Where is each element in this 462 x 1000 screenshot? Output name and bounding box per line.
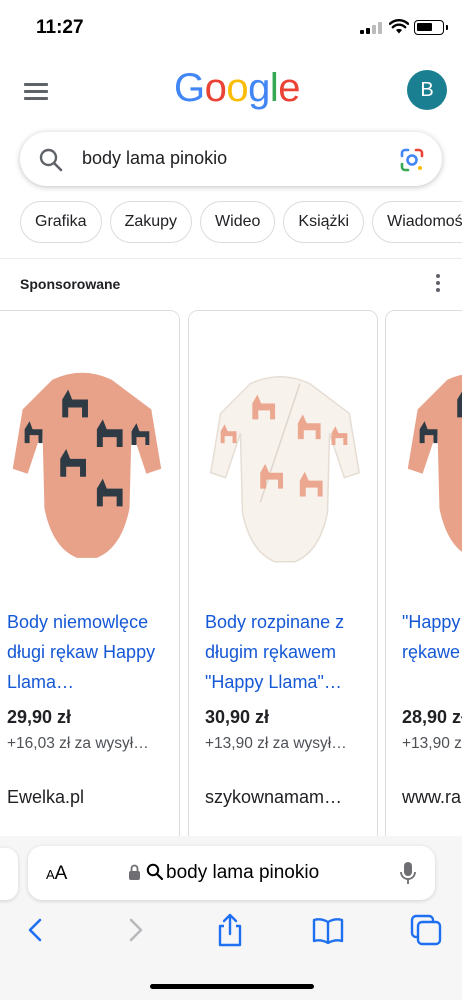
product-shipping: +16,03 zł za wysył…	[7, 735, 149, 752]
chip-grafika[interactable]: Grafika	[20, 201, 102, 243]
chip-wideo[interactable]: Wideo	[200, 201, 276, 243]
product-price: 28,90 zł	[402, 707, 462, 727]
product-store: Ewelka.pl	[7, 787, 85, 807]
address-text[interactable]: body lama pinokio	[166, 862, 319, 884]
product-title[interactable]: "Happy Body z rękawe	[402, 607, 462, 667]
chip-wiadomosci[interactable]: Wiadomości	[372, 201, 462, 243]
search-icon[interactable]	[38, 147, 64, 173]
bookmarks-icon[interactable]	[310, 912, 346, 948]
reader-settings-button[interactable]: AA	[46, 863, 67, 885]
google-lens-icon[interactable]	[399, 147, 425, 173]
forward-chevron-icon[interactable]	[117, 912, 153, 948]
home-indicator	[150, 984, 314, 989]
product-price: 29,90 zł	[7, 707, 72, 727]
wifi-icon	[389, 19, 409, 34]
search-query[interactable]: body lama pinokio	[82, 148, 227, 169]
back-chevron-icon[interactable]	[18, 912, 54, 948]
menu-icon[interactable]	[24, 80, 50, 102]
battery-icon	[414, 20, 448, 35]
previous-tab-preview[interactable]	[0, 848, 18, 900]
product-card[interactable]: "Happy Body z rękawe 28,90 zł +13,90 zł …	[385, 310, 462, 840]
status-time: 11:27	[36, 17, 84, 38]
search-icon	[146, 863, 164, 881]
google-logo[interactable]: Google	[174, 66, 301, 111]
share-icon[interactable]	[212, 912, 248, 948]
more-vert-icon[interactable]	[434, 274, 442, 292]
product-title[interactable]: Body niemowlęce długi rękaw Happy Llama…	[7, 607, 171, 697]
logo-letter: e	[278, 66, 301, 110]
status-bar: 11:27	[0, 0, 462, 52]
address-bar[interactable]: AA body lama pinokio	[28, 846, 435, 900]
logo-letter: l	[269, 66, 279, 110]
lock-icon	[129, 864, 140, 880]
product-card[interactable]: Body rozpinane z długim rękawem "Happy L…	[188, 310, 378, 840]
product-carousel[interactable]: Body niemowlęce długi rękaw Happy Llama……	[0, 310, 462, 840]
product-image[interactable]	[386, 311, 462, 587]
product-store: www.ra	[402, 787, 462, 807]
product-image[interactable]	[0, 311, 179, 587]
cellular-signal-icon	[360, 22, 384, 34]
product-card[interactable]: Body niemowlęce długi rękaw Happy Llama……	[0, 310, 180, 840]
chip-zakupy[interactable]: Zakupy	[109, 201, 193, 243]
chip-ksiazki[interactable]: Książki	[283, 201, 365, 243]
product-price: 30,90 zł	[205, 707, 270, 727]
logo-letter: o	[226, 66, 249, 110]
search-box[interactable]: body lama pinokio	[20, 132, 442, 186]
logo-letter: g	[248, 66, 270, 110]
product-shipping: +13,90 zł	[402, 735, 462, 752]
product-image[interactable]	[189, 311, 377, 587]
product-shipping: +13,90 zł za wysył…	[205, 735, 347, 752]
logo-letter: G	[174, 66, 205, 110]
product-store: szykownamam…	[205, 787, 343, 807]
product-title[interactable]: Body rozpinane z długim rękawem "Happy L…	[205, 607, 369, 697]
account-avatar[interactable]: B	[407, 70, 447, 110]
tabs-icon[interactable]	[408, 912, 444, 948]
search-filter-chips: GrafikaZakupyWideoKsiążkiWiadomości	[20, 201, 462, 245]
logo-letter: o	[204, 66, 227, 110]
sponsored-label: Sponsorowane	[20, 276, 121, 292]
divider	[0, 258, 462, 259]
microphone-icon[interactable]	[399, 861, 417, 885]
